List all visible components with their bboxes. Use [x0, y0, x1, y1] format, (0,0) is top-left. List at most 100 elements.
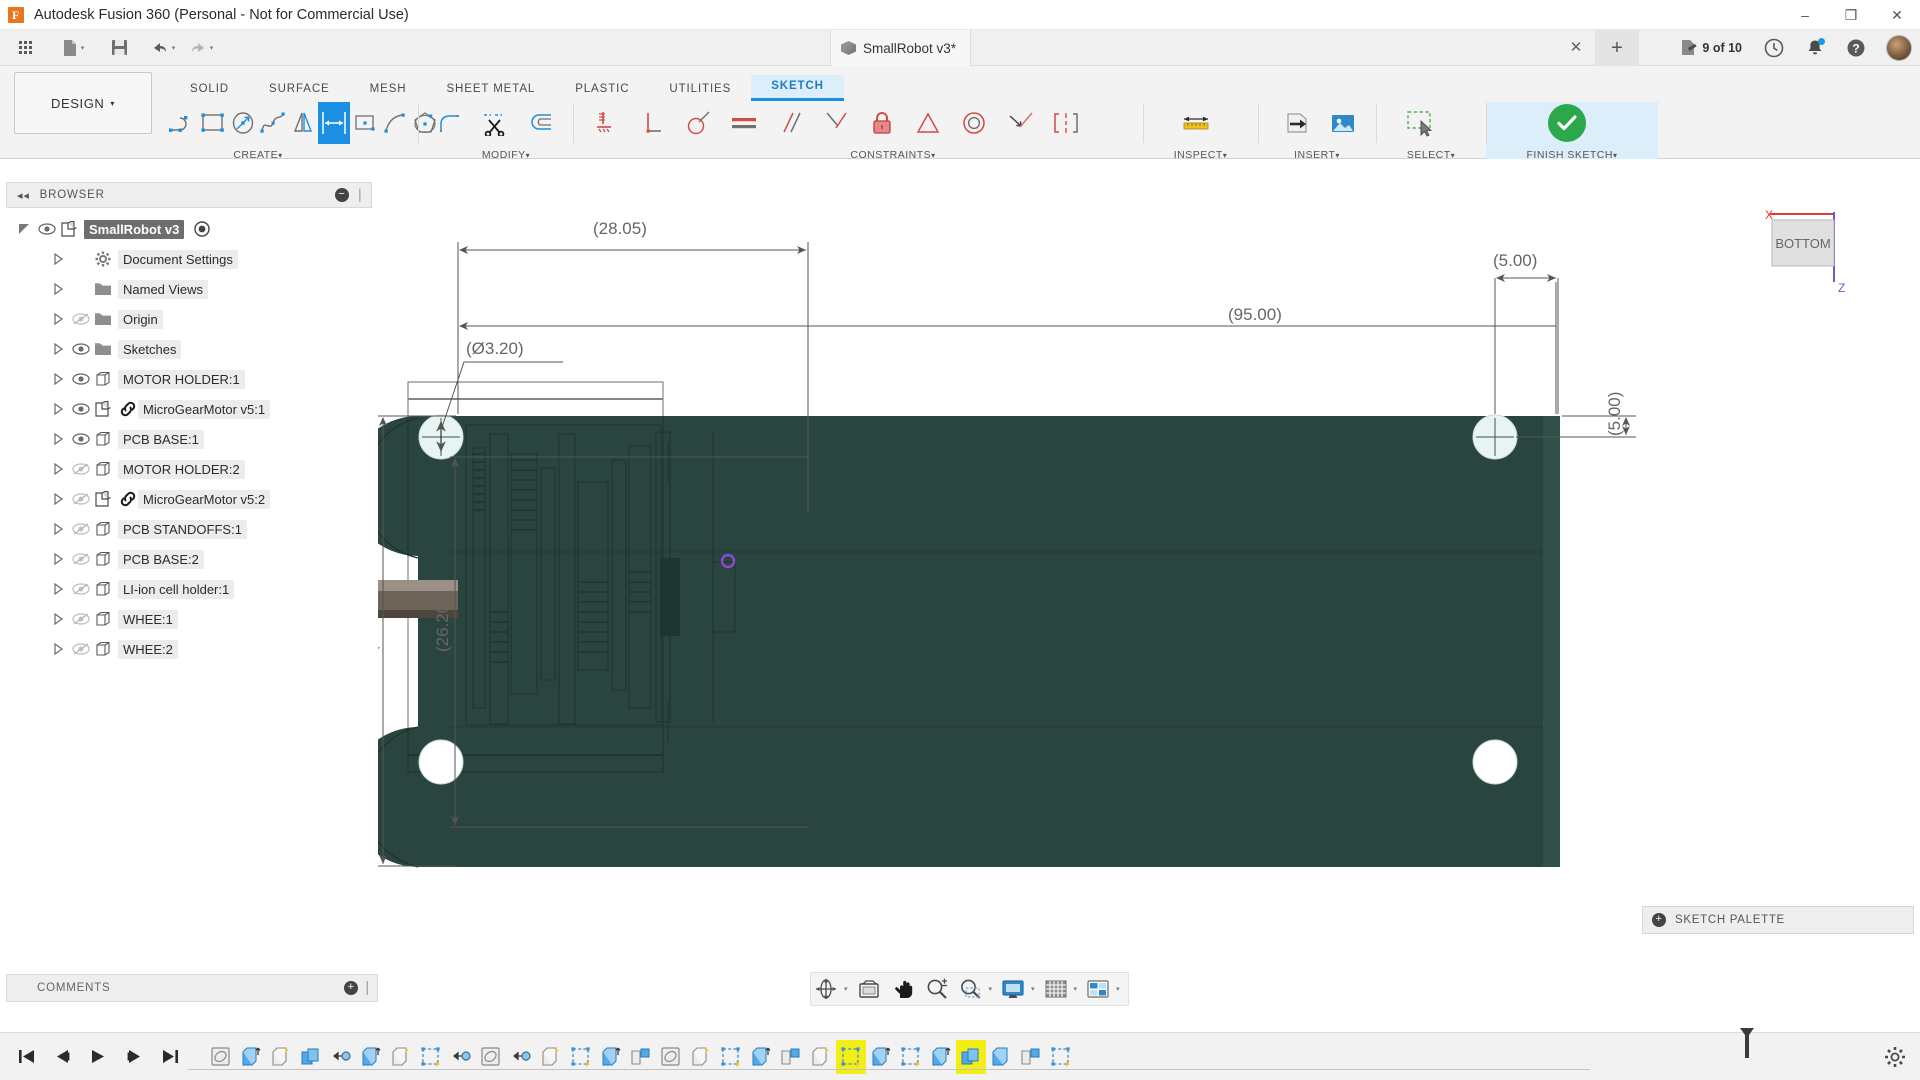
group-label-constraints[interactable]: CONSTRAINTS▾	[793, 149, 993, 161]
design-canvas[interactable]: (28.05) (95.00) (5.00) (5.00) (Ø3.20) (3…	[378, 182, 1920, 990]
group-label-finish-sketch[interactable]: FINISH SKETCH▾	[1486, 149, 1658, 161]
mirror-tool[interactable]	[288, 102, 318, 144]
comments-grip-icon[interactable]: ⎮	[364, 981, 371, 995]
undo-caret[interactable]: ▾	[172, 44, 176, 52]
concentric-constraint[interactable]	[951, 102, 997, 144]
circle-tool[interactable]	[228, 102, 258, 144]
bell-icon[interactable]	[1806, 37, 1825, 58]
tab-surface[interactable]: SURFACE	[249, 78, 350, 101]
look-at-tool[interactable]	[854, 974, 884, 1004]
grid-snaps-caret[interactable]: ▾	[1074, 985, 1078, 993]
spline-tool[interactable]	[258, 102, 288, 144]
zoom-window-tool[interactable]	[956, 974, 986, 1004]
insert-image-tool[interactable]	[1320, 102, 1366, 144]
new-document-caret[interactable]: ▾	[81, 44, 85, 52]
grid-snaps-tool[interactable]	[1041, 974, 1071, 1004]
display-settings-caret[interactable]: ▾	[1031, 985, 1035, 993]
new-document-button[interactable]: ▾	[58, 34, 88, 62]
rectangular-pattern-tool[interactable]	[318, 102, 350, 144]
rectangle-tool[interactable]	[198, 102, 228, 144]
visibility-off-icon[interactable]	[70, 312, 92, 327]
visibility-off-icon[interactable]	[70, 492, 92, 507]
expand-arrow-right-icon[interactable]	[52, 493, 64, 505]
expand-arrow-right-icon[interactable]	[52, 373, 64, 385]
dimension-95-00-label[interactable]: (95.00)	[1228, 305, 1282, 324]
activate-component-radio[interactable]	[194, 221, 210, 237]
expand-arrow-right-icon[interactable]	[52, 343, 64, 355]
expand-arrow-right-icon[interactable]	[52, 583, 64, 595]
visibility-on-icon[interactable]	[70, 372, 92, 387]
fillet-tool[interactable]	[426, 102, 472, 144]
browser-item-li-ion-cell-holder-1[interactable]: LI-ion cell holder:1	[0, 574, 378, 604]
line-tool[interactable]	[168, 102, 198, 144]
redo-caret[interactable]: ▾	[210, 44, 214, 52]
workspace-selector[interactable]: DESIGN ▾	[14, 72, 152, 134]
dimension-26-20-label[interactable]: (26.20)	[433, 598, 452, 652]
zoom-window-caret[interactable]: ▾	[989, 985, 993, 993]
comments-panel[interactable]: COMMENTS + ⎮	[6, 974, 378, 1002]
dimension-5-00-right-label[interactable]: (5.00)	[1605, 392, 1624, 436]
collinear-constraint[interactable]	[997, 102, 1043, 144]
dimension-36-20-label[interactable]: (36.20)	[378, 598, 380, 652]
browser-item-origin[interactable]: Origin	[0, 304, 378, 334]
minimize-button[interactable]: –	[1782, 0, 1828, 30]
document-tab[interactable]: SmallRobot v3*	[830, 30, 972, 66]
group-label-inspect[interactable]: INSPECT▾	[1143, 149, 1258, 161]
dimension-5-00-top-label[interactable]: (5.00)	[1493, 251, 1537, 270]
new-tab-button[interactable]: +	[1595, 30, 1639, 66]
help-icon[interactable]: ?	[1846, 38, 1866, 58]
parallel-constraint[interactable]	[767, 102, 813, 144]
sketch-palette-expand-icon[interactable]: +	[1652, 913, 1666, 927]
expand-arrow-right-icon[interactable]	[52, 283, 64, 295]
browser-item-whee-2[interactable]: WHEE:2	[0, 634, 378, 664]
timeline-track[interactable]	[188, 1069, 1590, 1070]
visibility-off-icon[interactable]	[70, 612, 92, 627]
job-status[interactable]: 9 of 10	[1680, 39, 1742, 57]
redo-button[interactable]: ▾	[186, 34, 216, 62]
tab-solid[interactable]: SOLID	[170, 78, 249, 101]
fix-unfix-constraint[interactable]	[859, 102, 905, 144]
skip-to-start-button[interactable]	[12, 1040, 40, 1074]
browser-collapse-icon[interactable]: ◂◂	[17, 189, 30, 202]
undo-button[interactable]: ▾	[148, 34, 178, 62]
save-button[interactable]	[104, 34, 134, 62]
expand-arrow-right-icon[interactable]	[52, 613, 64, 625]
sketch-drawing[interactable]: (28.05) (95.00) (5.00) (5.00) (Ø3.20) (3…	[378, 182, 1920, 990]
close-button[interactable]: ✕	[1874, 0, 1920, 30]
group-label-insert[interactable]: INSERT▾	[1258, 149, 1376, 161]
visibility-on-icon[interactable]	[70, 432, 92, 447]
offset-tool[interactable]	[518, 102, 564, 144]
tab-utilities[interactable]: UTILITIES	[649, 78, 751, 101]
browser-grip-icon[interactable]: ⎮	[357, 189, 365, 202]
display-settings-tool[interactable]	[998, 974, 1028, 1004]
clock-icon[interactable]	[1764, 38, 1784, 58]
midpoint-constraint[interactable]	[813, 102, 859, 144]
perpendicular-constraint[interactable]	[629, 102, 675, 144]
symmetry-constraint[interactable]	[905, 102, 951, 144]
user-avatar[interactable]	[1886, 35, 1912, 61]
browser-item-document-settings[interactable]: Document Settings	[0, 244, 378, 274]
expand-arrow-right-icon[interactable]	[52, 313, 64, 325]
browser-item-motor-holder-2[interactable]: MOTOR HOLDER:2	[0, 454, 378, 484]
dimension-5-00-top[interactable]	[1494, 274, 1559, 414]
orbit-tool[interactable]	[811, 974, 841, 1004]
browser-item-sketches[interactable]: Sketches	[0, 334, 378, 364]
tab-mesh[interactable]: MESH	[350, 78, 427, 101]
dimension-95-00[interactable]	[459, 282, 1557, 414]
maximize-button[interactable]: ❐	[1828, 0, 1874, 30]
timeline-settings-gear-icon[interactable]	[1884, 1046, 1906, 1068]
browser-item-pcb-standoffs-1[interactable]: PCB STANDOFFS:1	[0, 514, 378, 544]
visibility-off-icon[interactable]	[70, 522, 92, 537]
arc-tool[interactable]	[380, 102, 410, 144]
group-label-modify[interactable]: MODIFY▾	[446, 149, 566, 161]
pan-tool[interactable]	[890, 974, 918, 1004]
horizontal-vertical-constraint[interactable]	[583, 102, 629, 144]
browser-item-motor-holder-1[interactable]: MOTOR HOLDER:1	[0, 364, 378, 394]
tab-sketch[interactable]: SKETCH	[751, 75, 844, 101]
visibility-off-icon[interactable]	[70, 582, 92, 597]
browser-minimize-icon[interactable]: −	[335, 188, 349, 202]
expand-arrow-right-icon[interactable]	[52, 463, 64, 475]
equal-constraint[interactable]	[721, 102, 767, 144]
group-label-create[interactable]: CREATE▾	[133, 149, 383, 161]
tab-sheet-metal[interactable]: SHEET METAL	[426, 78, 555, 101]
